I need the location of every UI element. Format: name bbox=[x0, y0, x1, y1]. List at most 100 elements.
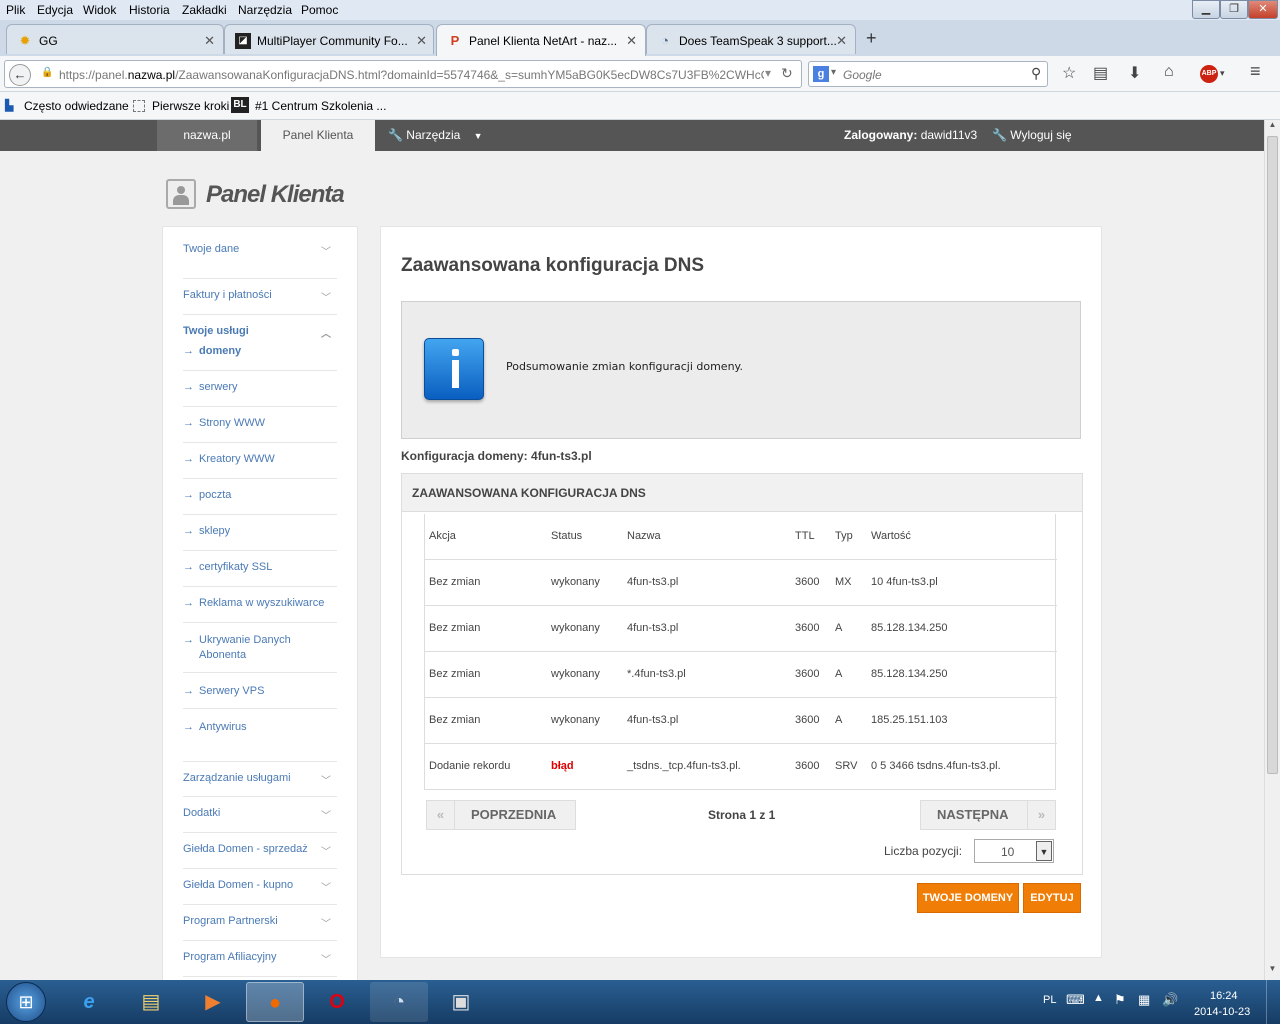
cell-ttl: 3600 bbox=[795, 714, 820, 726]
reload-icon[interactable]: ↻ bbox=[781, 65, 793, 82]
minimize-icon[interactable]: ▁ bbox=[1192, 0, 1220, 19]
tab-multiplayer[interactable]: ◪ MultiPlayer Community Fo... ✕ bbox=[224, 24, 434, 54]
language-indicator[interactable]: PL bbox=[1043, 994, 1056, 1006]
flag-icon[interactable]: ⚑ bbox=[1114, 992, 1126, 1008]
sidebar-item-serwery-vps[interactable]: → Serwery VPS bbox=[183, 673, 337, 709]
sidebar-item-certyfikaty-ssl[interactable]: → certyfikaty SSL bbox=[183, 551, 337, 587]
sidebar-item-sklepy[interactable]: → sklepy bbox=[183, 515, 337, 551]
your-domains-button[interactable]: TWOJE DOMENY bbox=[917, 883, 1019, 913]
scrollbar-thumb[interactable] bbox=[1267, 136, 1278, 774]
close-icon[interactable]: ✕ bbox=[416, 33, 427, 49]
clock-date[interactable]: 2014-10-23 bbox=[1194, 1006, 1250, 1018]
sidebar-item-strony-www[interactable]: → Strony WWW bbox=[183, 407, 337, 443]
nav-nazwa[interactable]: nazwa.pl bbox=[157, 120, 257, 151]
close-icon[interactable]: ✕ bbox=[204, 33, 215, 49]
firefox-icon[interactable]: ● bbox=[246, 982, 304, 1022]
page-scrollbar[interactable]: ▲ ▼ bbox=[1264, 120, 1280, 980]
ie-icon[interactable]: e bbox=[60, 982, 118, 1022]
sidebar-item-program-afiliacyjny[interactable]: Program Afiliacyjny ﹀ bbox=[183, 941, 337, 977]
chevron-down-icon[interactable]: ▾ bbox=[831, 67, 836, 78]
tab-teamspeak[interactable]: ◔ Does TeamSpeak 3 support... ✕ bbox=[646, 24, 856, 54]
adblock-icon[interactable]: ABP bbox=[1200, 65, 1218, 83]
search-bar[interactable]: g ▾ Google ⚲ bbox=[808, 61, 1048, 87]
menu-edycja[interactable]: Edycja bbox=[37, 3, 73, 17]
bookmark-star-icon[interactable]: ☆ bbox=[1062, 63, 1076, 83]
sidebar-item-twoje-uslugi[interactable]: Twoje usługi ︿ bbox=[183, 315, 337, 345]
teamspeak-taskbar-icon[interactable]: ◔ bbox=[370, 982, 428, 1022]
dropdown-arrow-icon[interactable]: ▾ bbox=[765, 66, 771, 80]
sidebar-item-gielda-kupno[interactable]: Giełda Domen - kupno ﹀ bbox=[183, 869, 337, 905]
sidebar-item-serwery[interactable]: → serwery bbox=[183, 371, 337, 407]
tab-panel-klienta[interactable]: P Panel Klienta NetArt - naz... ✕ bbox=[436, 24, 646, 56]
close-window-icon[interactable]: ✕ bbox=[1248, 0, 1278, 19]
menu-widok[interactable]: Widok bbox=[83, 3, 116, 17]
sidebar-item-poczta[interactable]: → poczta bbox=[183, 479, 337, 515]
next-page-button[interactable]: NASTĘPNA » bbox=[920, 800, 1056, 830]
search-icon[interactable]: ⚲ bbox=[1031, 65, 1041, 82]
sidebar-item-twoje-dane[interactable]: Twoje dane ﹀ bbox=[183, 243, 337, 279]
back-arrow-icon[interactable]: ← bbox=[9, 64, 31, 86]
chevron-down-icon: ﹀ bbox=[321, 811, 331, 822]
show-desktop-button[interactable] bbox=[1266, 980, 1280, 1024]
bookmark-czesto[interactable]: Często odwiedzane bbox=[24, 99, 129, 113]
network-icon[interactable]: ▦ bbox=[1138, 992, 1150, 1008]
sidebar-item-domeny[interactable]: → domeny bbox=[183, 345, 337, 371]
edit-button[interactable]: EDYTUJ bbox=[1023, 883, 1081, 913]
sidebar-item-zarzadzanie[interactable]: Zarządzanie usługami ﹀ bbox=[183, 761, 337, 797]
scroll-down-icon[interactable]: ▼ bbox=[1265, 964, 1280, 980]
chevron-down-icon[interactable]: ▼ bbox=[1036, 841, 1052, 861]
notepad-icon[interactable]: ▣ bbox=[432, 982, 490, 1022]
sidebar-item-antywirus[interactable]: → Antywirus bbox=[183, 709, 337, 745]
tab-gg[interactable]: ✹ GG ✕ bbox=[6, 24, 224, 54]
sidebar-item-dodatki[interactable]: Dodatki ﹀ bbox=[183, 797, 337, 833]
url-text[interactable]: https://panel.nazwa.pl/ZaawansowanaKonfi… bbox=[59, 68, 764, 82]
start-button-icon[interactable]: ⊞ bbox=[6, 982, 46, 1022]
cell-name: 4fun-ts3.pl bbox=[627, 576, 679, 588]
logged-label: Zalogowany: bbox=[844, 128, 918, 142]
volume-icon[interactable]: 🔊 bbox=[1162, 992, 1178, 1008]
nav-panel-klienta[interactable]: Panel Klienta bbox=[261, 120, 375, 151]
clock-time[interactable]: 16:24 bbox=[1210, 990, 1238, 1002]
logged-username: dawid11v3 bbox=[920, 128, 978, 142]
opera-icon[interactable]: O bbox=[308, 982, 366, 1022]
cell-status-error: błąd bbox=[551, 760, 574, 772]
chevron-up-icon: ︿ bbox=[321, 329, 331, 340]
per-page-select[interactable]: 10 ▼ bbox=[974, 839, 1054, 863]
maximize-icon[interactable]: ❐ bbox=[1220, 0, 1248, 19]
cell-name: 4fun-ts3.pl bbox=[627, 622, 679, 634]
search-input[interactable]: Google bbox=[843, 68, 882, 82]
chevron-up-icon[interactable]: ▲ bbox=[1093, 992, 1104, 1004]
bookmark-centrum[interactable]: #1 Centrum Szkolenia ... bbox=[255, 99, 386, 113]
keyboard-icon[interactable]: ⌨ bbox=[1066, 992, 1085, 1008]
sidebar-item-kreatory-www[interactable]: → Kreatory WWW bbox=[183, 443, 337, 479]
bookmark-pierwsze[interactable]: Pierwsze kroki bbox=[152, 99, 229, 113]
sidebar-item-reklama[interactable]: → Reklama w wyszukiwarce bbox=[183, 587, 337, 623]
menu-zakladki[interactable]: Zakładki bbox=[182, 3, 227, 17]
close-icon[interactable]: ✕ bbox=[836, 33, 847, 49]
sidebar-item-label: Giełda Domen - sprzedaż bbox=[183, 843, 308, 855]
bookmarks-bar: ▙ Często odwiedzane Pierwsze kroki BL #1… bbox=[0, 92, 1280, 120]
media-player-icon[interactable]: ▶ bbox=[184, 982, 242, 1022]
previous-page-button[interactable]: « POPRZEDNIA bbox=[426, 800, 576, 830]
home-icon[interactable]: ⌂ bbox=[1164, 63, 1174, 81]
sidebar-item-program-partnerski[interactable]: Program Partnerski ﹀ bbox=[183, 905, 337, 941]
explorer-icon[interactable]: ▤ bbox=[122, 982, 180, 1022]
menu-pomoc[interactable]: Pomoc bbox=[301, 3, 338, 17]
google-icon[interactable]: g bbox=[813, 66, 829, 82]
menu-plik[interactable]: Plik bbox=[6, 3, 25, 17]
menu-historia[interactable]: Historia bbox=[129, 3, 170, 17]
sidebar-item-faktury[interactable]: Faktury i płatności ﹀ bbox=[183, 279, 337, 315]
close-icon[interactable]: ✕ bbox=[626, 33, 637, 49]
chevron-down-icon[interactable]: ▾ bbox=[1220, 68, 1225, 79]
sidebar-item-ukrywanie-danych[interactable]: → Ukrywanie Danych Abonenta bbox=[183, 623, 337, 673]
menu-narzedzia[interactable]: Narzędzia bbox=[238, 3, 292, 17]
scroll-up-icon[interactable]: ▲ bbox=[1265, 120, 1280, 136]
download-icon[interactable]: ⬇ bbox=[1128, 63, 1141, 83]
sidebar-item-gielda-sprzedaz[interactable]: Giełda Domen - sprzedaż ﹀ bbox=[183, 833, 337, 869]
new-tab-button[interactable]: + bbox=[866, 28, 877, 49]
url-bar[interactable]: ← 🔒 https://panel.nazwa.pl/ZaawansowanaK… bbox=[4, 60, 802, 88]
menu-icon[interactable]: ≡ bbox=[1250, 61, 1261, 82]
bookmarks-list-icon[interactable]: ▤ bbox=[1093, 63, 1108, 83]
nav-narzedzia[interactable]: 🔧 Narzędzia ▼ bbox=[388, 120, 488, 151]
logout-link[interactable]: 🔧 Wyloguj się bbox=[992, 120, 1082, 151]
